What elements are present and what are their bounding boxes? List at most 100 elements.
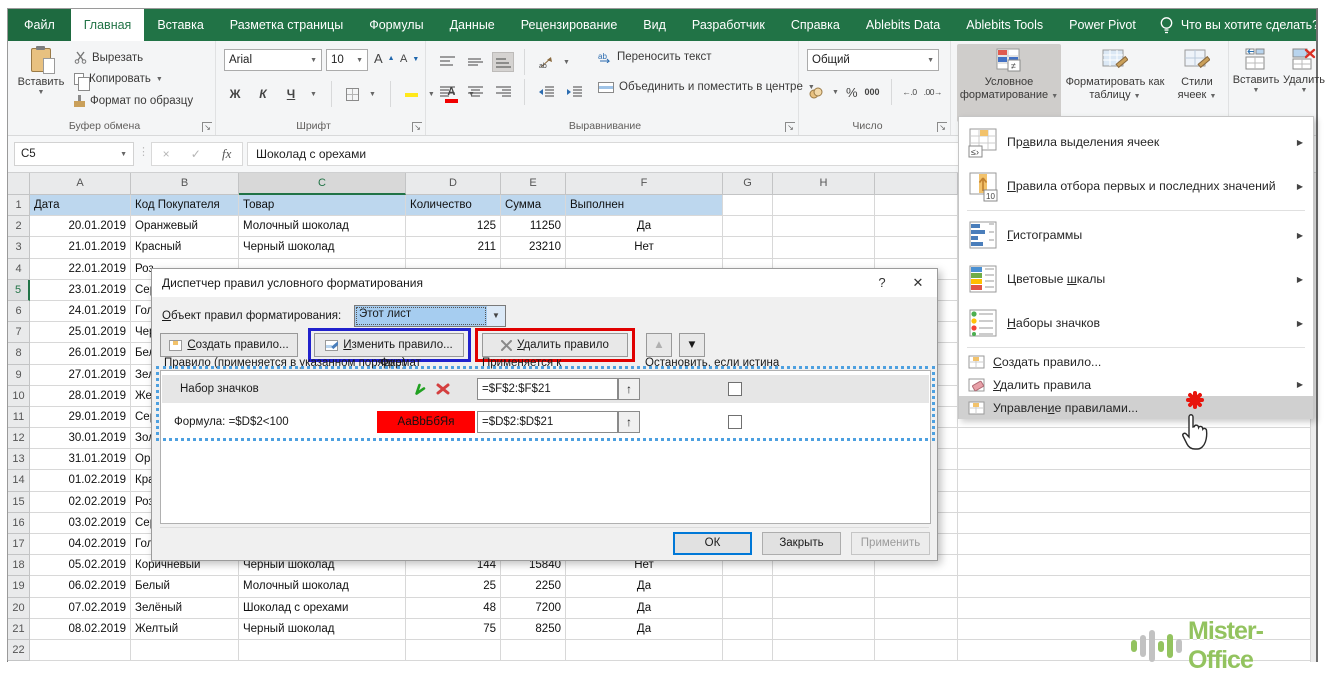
row-header-1[interactable]: 1 [8, 195, 30, 216]
cell[interactable]: Молочный шоколад [239, 216, 406, 237]
cell[interactable]: 03.02.2019 [30, 513, 131, 534]
tab-вставка[interactable]: Вставка [144, 9, 216, 41]
applies-to-input[interactable]: =$D$2:$D$21 [477, 411, 618, 433]
cell[interactable]: Да [566, 216, 723, 237]
cell[interactable]: 04.02.2019 [30, 534, 131, 555]
cell[interactable]: 01.02.2019 [30, 470, 131, 491]
cell[interactable] [958, 555, 1316, 576]
cell[interactable]: Черный шоколад [239, 619, 406, 640]
align-middle-button[interactable] [464, 52, 486, 72]
row-header-11[interactable]: 11 [8, 407, 30, 428]
cell[interactable] [875, 216, 958, 237]
tab-формулы[interactable]: Формулы [356, 9, 436, 41]
cell[interactable]: 75 [406, 619, 501, 640]
cell[interactable] [958, 492, 1316, 513]
percent-style-button[interactable]: % [846, 85, 858, 100]
font-size-combo[interactable]: 10▼ [326, 49, 368, 71]
menu-item-data-bars[interactable]: Гистограммы▶ [959, 213, 1313, 257]
row-header-20[interactable]: 20 [8, 598, 30, 619]
cell[interactable] [723, 237, 773, 258]
orientation-button[interactable]: ab [535, 52, 557, 72]
cell[interactable] [773, 619, 875, 640]
increase-decimal-button[interactable]: ←.0 [903, 87, 917, 97]
ok-button[interactable]: ОК [673, 532, 752, 555]
column-header-D[interactable]: D [406, 173, 501, 195]
column-header-E[interactable]: E [501, 173, 566, 195]
row-header-22[interactable]: 22 [8, 640, 30, 661]
column-header-C[interactable]: C [239, 173, 406, 195]
cell[interactable] [958, 598, 1316, 619]
scope-combo-arrow[interactable]: ▼ [487, 306, 505, 326]
decrease-decimal-button[interactable]: .00→ [924, 87, 942, 97]
row-header-21[interactable]: 21 [8, 619, 30, 640]
row-header-12[interactable]: 12 [8, 428, 30, 449]
bold-button[interactable]: Ж [226, 87, 244, 101]
wrap-text-button[interactable]: ab Переносить текст [598, 51, 712, 63]
row-header-2[interactable]: 2 [8, 216, 30, 237]
cell[interactable] [875, 619, 958, 640]
cell[interactable]: 26.01.2019 [30, 343, 131, 364]
row-header-7[interactable]: 7 [8, 322, 30, 343]
cell[interactable] [875, 640, 958, 661]
grow-font-button[interactable]: А▲ [374, 51, 395, 66]
column-header-blank[interactable] [875, 173, 958, 195]
stop-if-true-checkbox[interactable] [728, 415, 742, 429]
decrease-indent-button[interactable] [535, 82, 557, 102]
row-header-17[interactable]: 17 [8, 534, 30, 555]
cell[interactable]: 06.02.2019 [30, 576, 131, 597]
name-box[interactable]: C5 ▼ [14, 142, 134, 166]
cancel-entry-button[interactable]: × [163, 147, 170, 161]
increase-indent-button[interactable] [563, 82, 585, 102]
row-header-14[interactable]: 14 [8, 470, 30, 491]
cell[interactable]: 11250 [501, 216, 566, 237]
row-header-8[interactable]: 8 [8, 343, 30, 364]
insert-function-button[interactable]: fx [222, 146, 231, 162]
cell[interactable]: 211 [406, 237, 501, 258]
cell[interactable]: 27.01.2019 [30, 365, 131, 386]
row-header-19[interactable]: 19 [8, 576, 30, 597]
collapse-dialog-button[interactable]: ↑ [618, 378, 640, 400]
align-top-button[interactable] [436, 52, 458, 72]
select-all-corner[interactable] [8, 173, 30, 195]
dialog-launcher-icon[interactable]: ↘ [202, 122, 212, 132]
cut-button[interactable]: Вырезать [74, 51, 143, 64]
format-as-table-button[interactable]: Форматировать как таблицу ▼ [1065, 44, 1165, 122]
cell[interactable]: 25 [406, 576, 501, 597]
column-header-F[interactable]: F [566, 173, 723, 195]
cell[interactable] [131, 640, 239, 661]
cell[interactable]: 07.02.2019 [30, 598, 131, 619]
delete-rule-button[interactable]: Удалить правило [482, 333, 628, 357]
edit-rule-button[interactable]: Изменить правило... [314, 333, 464, 357]
confirm-entry-button[interactable]: ✓ [191, 147, 201, 161]
cell[interactable]: Сумма [501, 195, 566, 216]
cell[interactable]: Дата [30, 195, 131, 216]
cell[interactable]: Код Покупателя [131, 195, 239, 216]
dialog-launcher-icon[interactable]: ↘ [937, 122, 947, 132]
paste-button[interactable]: Вставить ▼ [14, 44, 68, 122]
cell[interactable] [773, 640, 875, 661]
underline-button[interactable]: Ч [282, 87, 300, 101]
borders-button[interactable] [346, 88, 359, 101]
cell[interactable] [958, 534, 1316, 555]
new-rule-button[interactable]: Создать правило... [160, 333, 298, 357]
tell-me-box[interactable]: Что вы хотите сделать? [1149, 9, 1316, 41]
tab-power-pivot[interactable]: Power Pivot [1056, 9, 1149, 41]
cell[interactable] [773, 237, 875, 258]
scope-combo[interactable]: Этот лист ▼ [354, 305, 506, 327]
tab-файл[interactable]: Файл [8, 9, 71, 41]
number-format-combo[interactable]: Общий▼ [807, 49, 939, 71]
cell[interactable] [875, 195, 958, 216]
move-rule-down-button[interactable]: ▼ [679, 333, 705, 357]
cell-styles-button[interactable]: Стили ячеек ▼ [1169, 44, 1225, 122]
row-header-3[interactable]: 3 [8, 237, 30, 258]
cell[interactable] [723, 619, 773, 640]
cell[interactable]: Нет [566, 237, 723, 258]
tab-ablebits-data[interactable]: Ablebits Data [853, 9, 953, 41]
tab-данные[interactable]: Данные [437, 9, 508, 41]
cell[interactable] [875, 576, 958, 597]
column-header-A[interactable]: A [30, 173, 131, 195]
cell[interactable]: 8250 [501, 619, 566, 640]
stop-if-true-checkbox[interactable] [728, 382, 742, 396]
cell[interactable]: Да [566, 576, 723, 597]
insert-cells-button[interactable]: Вставить ▼ [1233, 44, 1279, 122]
